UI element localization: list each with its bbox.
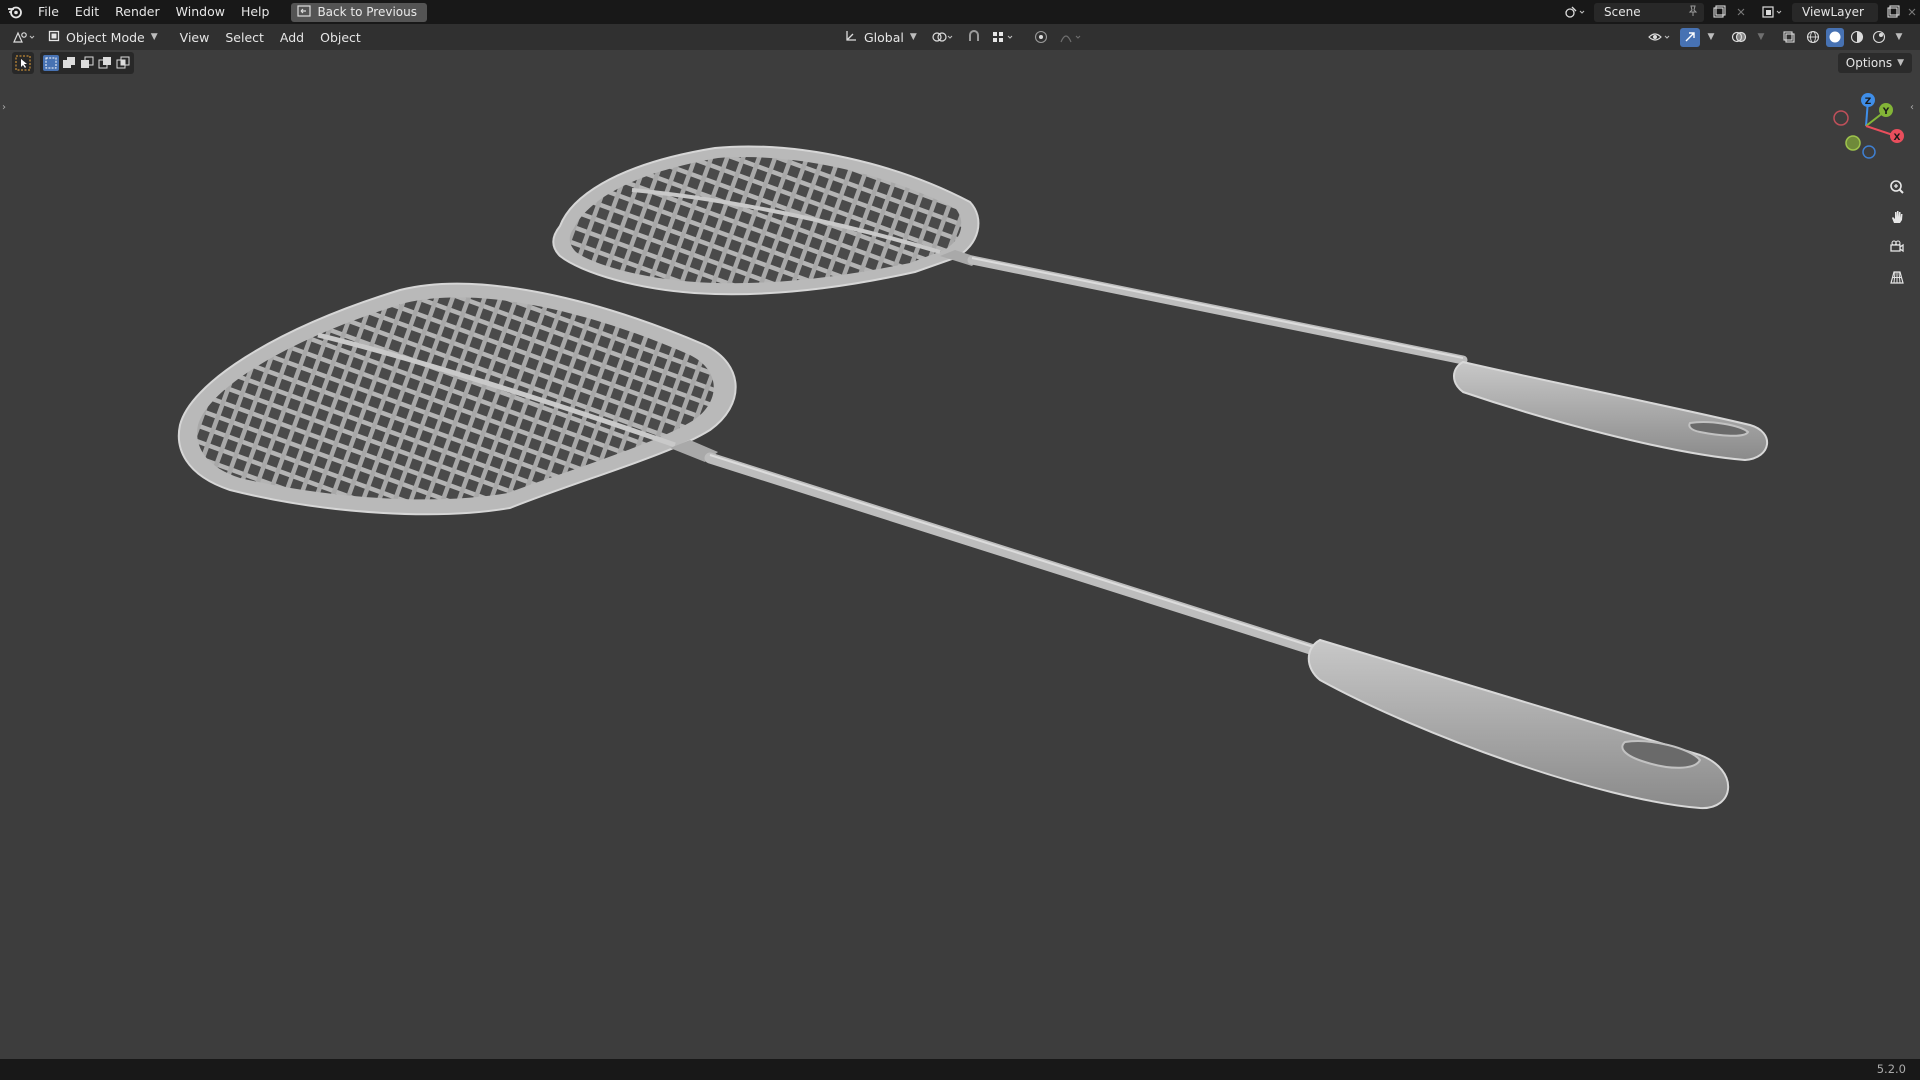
orientation-icon xyxy=(844,29,858,46)
object-mode-dropdown[interactable]: Object Mode ▼ xyxy=(42,27,164,47)
shading-material-icon[interactable] xyxy=(1848,28,1866,47)
close-view-layer-icon[interactable] xyxy=(1904,3,1920,22)
gizmo-neg-z-handle[interactable] xyxy=(1862,145,1876,159)
zoom-icon[interactable] xyxy=(1884,174,1910,200)
snap-icon[interactable] xyxy=(965,28,983,47)
snap-target-icon[interactable] xyxy=(989,28,1019,47)
proportional-falloff-icon[interactable] xyxy=(1057,28,1087,47)
gizmo-z-label: Z xyxy=(1865,97,1872,107)
version-label: 5.2.0 xyxy=(1876,1062,1906,1076)
overlay-dropdown-icon[interactable]: ▼ xyxy=(1754,28,1768,47)
new-scene-icon[interactable] xyxy=(1708,3,1730,22)
object-mode-label: Object Mode xyxy=(66,29,145,45)
menu-file[interactable]: File xyxy=(30,0,67,24)
menu-render[interactable]: Render xyxy=(107,0,168,24)
header-center-tools: Global ▼ xyxy=(838,24,1087,50)
gizmo-dropdown-icon[interactable]: ▼ xyxy=(1704,28,1718,47)
close-icon[interactable] xyxy=(1730,3,1752,22)
scene-selector[interactable]: Scene xyxy=(1594,2,1704,22)
transform-orientation-dropdown[interactable]: Global ▼ xyxy=(838,27,923,47)
pin-icon[interactable] xyxy=(1688,5,1698,20)
object-mode-icon xyxy=(48,30,60,45)
chevron-down-icon: ▼ xyxy=(909,32,917,42)
navigation-gizmo[interactable]: Z Y X xyxy=(1833,93,1904,159)
gizmo-icon[interactable] xyxy=(1680,27,1700,47)
ortho-grid-icon[interactable] xyxy=(1884,264,1910,290)
fullscreen-back-icon xyxy=(297,4,312,20)
chevron-down-icon: ▼ xyxy=(150,32,158,42)
header-menu-object[interactable]: Object xyxy=(312,30,369,45)
visibility-icon[interactable] xyxy=(1646,28,1676,47)
shading-wireframe-icon[interactable] xyxy=(1804,28,1822,47)
pivot-icon[interactable] xyxy=(929,28,959,47)
top-right-group: Scene ViewLayer xyxy=(1560,0,1920,24)
fly-swatter-back[interactable] xyxy=(552,145,1769,462)
menu-edit[interactable]: Edit xyxy=(67,0,107,24)
gizmo-x-label: X xyxy=(1894,133,1901,143)
view-layer-icon[interactable] xyxy=(1758,3,1788,22)
menu-help[interactable]: Help xyxy=(233,0,278,24)
fly-swatter-front[interactable] xyxy=(177,282,1730,810)
header-menu-select[interactable]: Select xyxy=(217,30,272,45)
menu-window[interactable]: Window xyxy=(168,0,233,24)
xray-icon[interactable] xyxy=(1778,28,1800,47)
header-menu-add[interactable]: Add xyxy=(272,30,312,45)
blender-logo-icon[interactable] xyxy=(0,0,30,24)
header-right-tools: ▼ ▼ ▼ xyxy=(1646,24,1906,50)
view-layer-selector[interactable]: ViewLayer xyxy=(1792,2,1878,22)
view-layer-name: ViewLayer xyxy=(1802,5,1864,19)
camera-view-icon[interactable] xyxy=(1884,234,1910,260)
top-bar: File Edit Render Window Help Back to Pre… xyxy=(0,0,1920,24)
back-to-previous-label: Back to Previous xyxy=(317,5,417,19)
shading-dropdown-icon[interactable]: ▼ xyxy=(1892,28,1906,47)
header-menu-view[interactable]: View xyxy=(172,30,218,45)
new-view-layer-icon[interactable] xyxy=(1882,3,1904,22)
pan-hand-icon[interactable] xyxy=(1884,204,1910,230)
3d-viewport[interactable]: Z Y X xyxy=(0,50,1920,1059)
gizmo-neg-x-handle[interactable] xyxy=(1833,110,1849,126)
shading-solid-icon[interactable] xyxy=(1826,27,1844,47)
scene-icon[interactable] xyxy=(1560,3,1590,22)
proportional-edit-icon[interactable] xyxy=(1031,28,1051,47)
overlay-icon[interactable] xyxy=(1728,28,1750,47)
gizmo-neg-y-handle[interactable] xyxy=(1845,135,1861,151)
scene-name: Scene xyxy=(1604,5,1641,19)
shading-rendered-icon[interactable] xyxy=(1870,28,1888,47)
back-to-previous-button[interactable]: Back to Previous xyxy=(291,2,427,22)
transform-orientation-label: Global xyxy=(864,29,904,45)
gizmo-y-label: Y xyxy=(1882,107,1890,117)
editor-type-icon[interactable] xyxy=(8,28,42,47)
status-bar: 5.2.0 xyxy=(0,1059,1920,1080)
